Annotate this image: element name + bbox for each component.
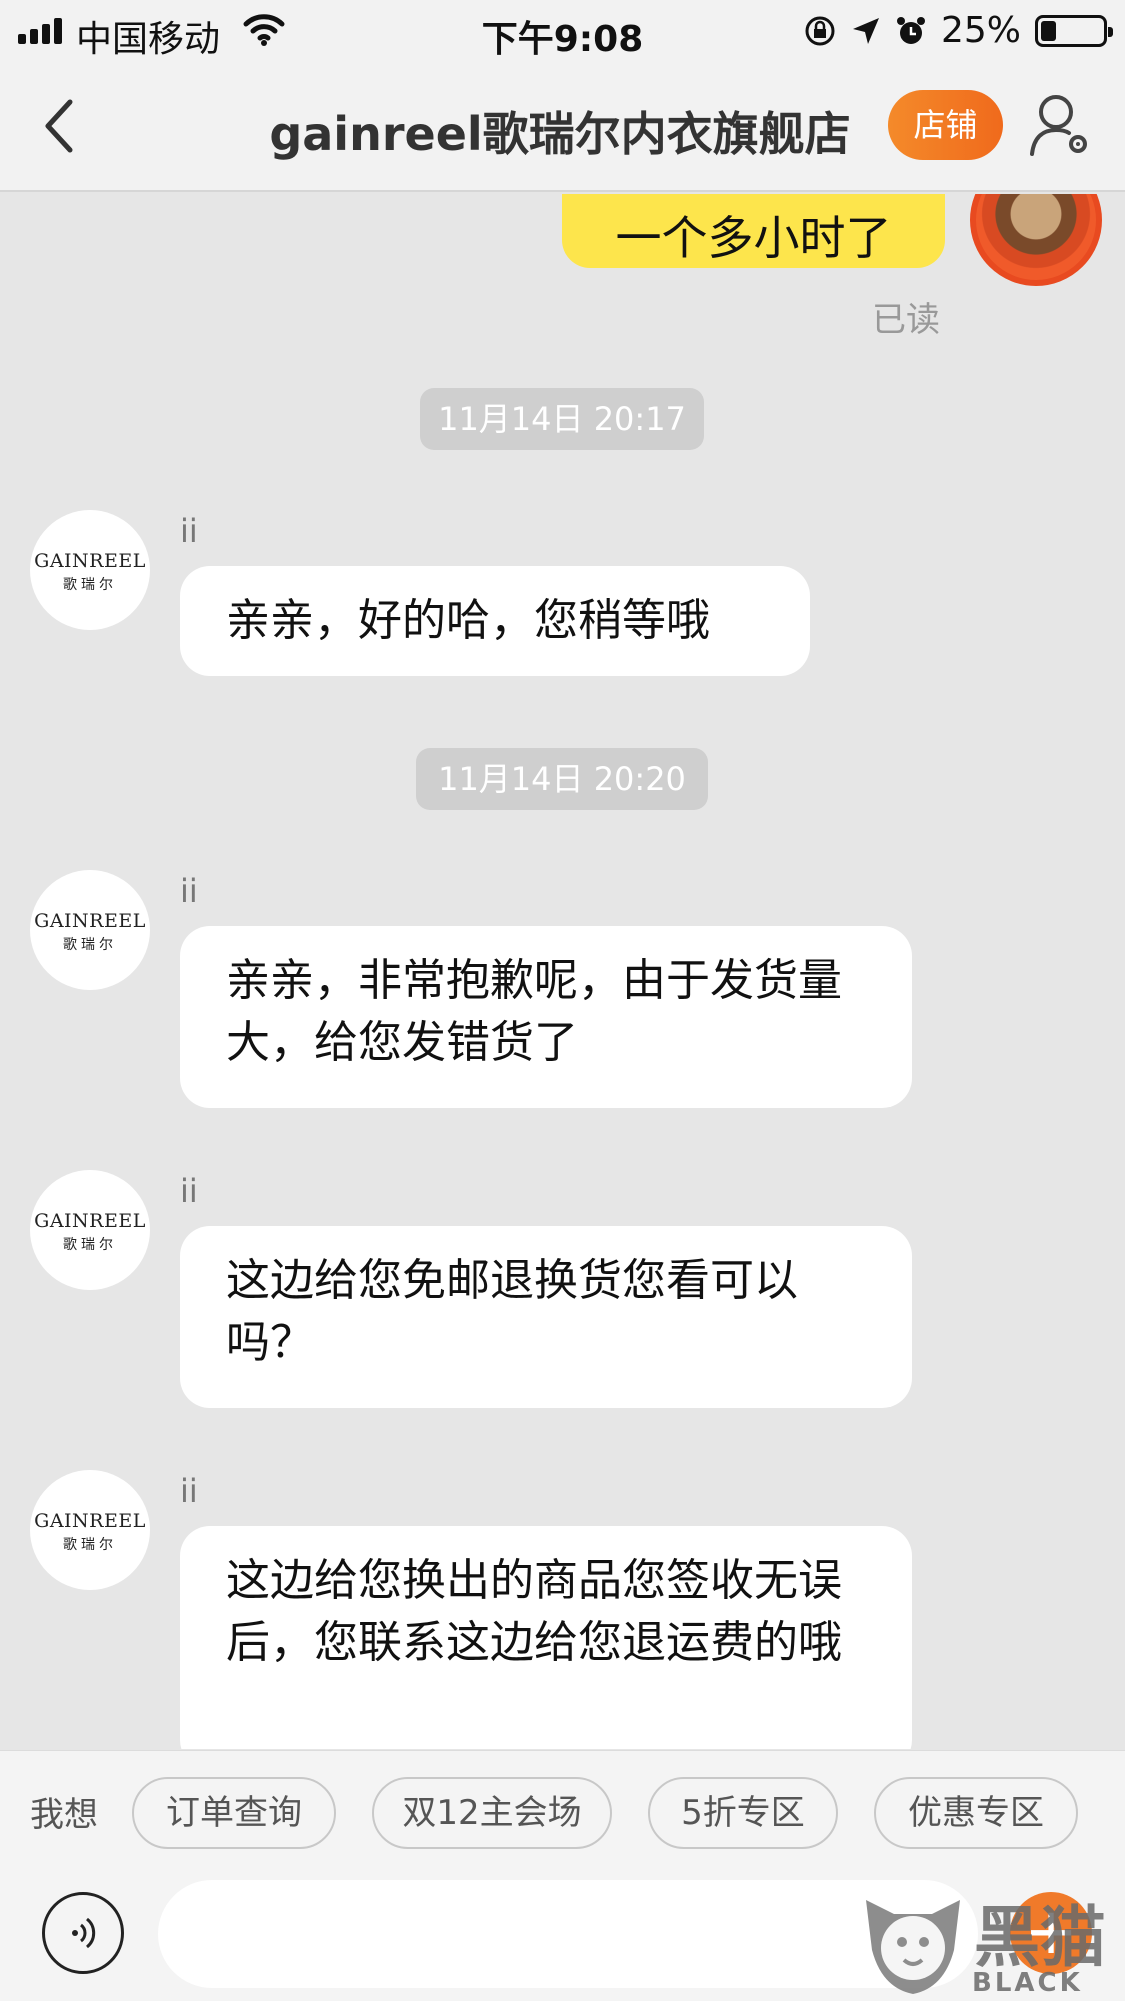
watermark-cat-icon: [866, 1900, 960, 1994]
shop-message-bubble[interactable]: 亲亲，非常抱歉呢，由于发货量大，给您发错货了: [180, 926, 912, 1108]
shop-avatar-brand: GAINREEL: [34, 1210, 146, 1232]
battery-percentage: 25%: [940, 10, 1021, 51]
quick-reply-double12[interactable]: 双12主会场: [372, 1777, 612, 1849]
watermark: 黑猫 BLACK CAT: [854, 1880, 1124, 2001]
user-settings-icon[interactable]: [1028, 92, 1092, 158]
sender-name: ii: [180, 1472, 198, 1510]
shop-avatar-brand: GAINREEL: [34, 1510, 146, 1532]
watermark-text: 黑猫: [974, 1899, 1106, 1976]
nav-bar: gainreel歌瑞尔内衣旗舰店 店铺: [0, 62, 1125, 192]
quick-reply-label: 我想: [30, 1795, 98, 1835]
shop-message-bubble[interactable]: 这边给您免邮退换货您看可以吗？: [180, 1226, 912, 1408]
message-timestamp: 11月14日 20:17: [420, 388, 704, 450]
sender-name: ii: [180, 872, 198, 910]
shop-avatar-brand-cn: 歌瑞尔: [63, 577, 117, 593]
back-icon[interactable]: [38, 96, 82, 156]
quick-reply-bar: 我想 订单查询 双12主会场 5折专区 优惠专区: [0, 1750, 1125, 1872]
user-avatar[interactable]: [970, 194, 1102, 286]
shop-avatar[interactable]: GAINREEL 歌瑞尔: [30, 1170, 150, 1290]
shop-avatar-brand-cn: 歌瑞尔: [63, 1237, 117, 1253]
sender-name: ii: [180, 1172, 198, 1210]
quick-reply-discounts[interactable]: 优惠专区: [874, 1777, 1078, 1849]
rotation-lock-icon: [805, 16, 835, 45]
quick-reply-order-query[interactable]: 订单查询: [132, 1777, 336, 1849]
battery-fill: [1041, 20, 1056, 41]
location-arrow-icon: [852, 17, 879, 44]
shop-avatar[interactable]: GAINREEL 歌瑞尔: [30, 510, 150, 630]
shop-avatar-brand: GAINREEL: [34, 550, 146, 572]
sender-name: ii: [180, 512, 198, 550]
shop-message-bubble[interactable]: 这边给您换出的商品您签收无误后，您联系这边给您退运费的哦: [180, 1526, 912, 1749]
shop-avatar-brand-cn: 歌瑞尔: [63, 937, 117, 953]
status-bar: 中国移动 下午9:08 25%: [0, 0, 1125, 62]
message-timestamp: 11月14日 20:20: [416, 748, 708, 810]
status-right-group: 25%: [803, 10, 1113, 51]
voice-button[interactable]: [42, 1892, 124, 1974]
voice-icon: [72, 1917, 96, 1949]
battery-icon: [1035, 14, 1113, 47]
self-message-bubble[interactable]: 一个多小时了: [562, 194, 945, 268]
quick-reply-half-price[interactable]: 5折专区: [648, 1777, 838, 1849]
chat-area[interactable]: 一个多小时了 已读 11月14日 20:17 GAINREEL 歌瑞尔 ii 亲…: [0, 194, 1125, 1749]
shop-avatar[interactable]: GAINREEL 歌瑞尔: [30, 1470, 150, 1590]
page-title: gainreel歌瑞尔内衣旗舰店: [269, 107, 851, 161]
shop-avatar-brand-cn: 歌瑞尔: [63, 1537, 117, 1553]
shop-avatar-brand: GAINREEL: [34, 910, 146, 932]
shop-button[interactable]: 店铺: [888, 90, 1003, 160]
shop-avatar[interactable]: GAINREEL 歌瑞尔: [30, 870, 150, 990]
alarm-icon: [896, 16, 925, 44]
watermark-subtext: BLACK CAT: [972, 1968, 1083, 2001]
read-status: 已读: [872, 300, 940, 340]
shop-message-bubble[interactable]: 亲亲，好的哈，您稍等哦: [180, 566, 810, 676]
